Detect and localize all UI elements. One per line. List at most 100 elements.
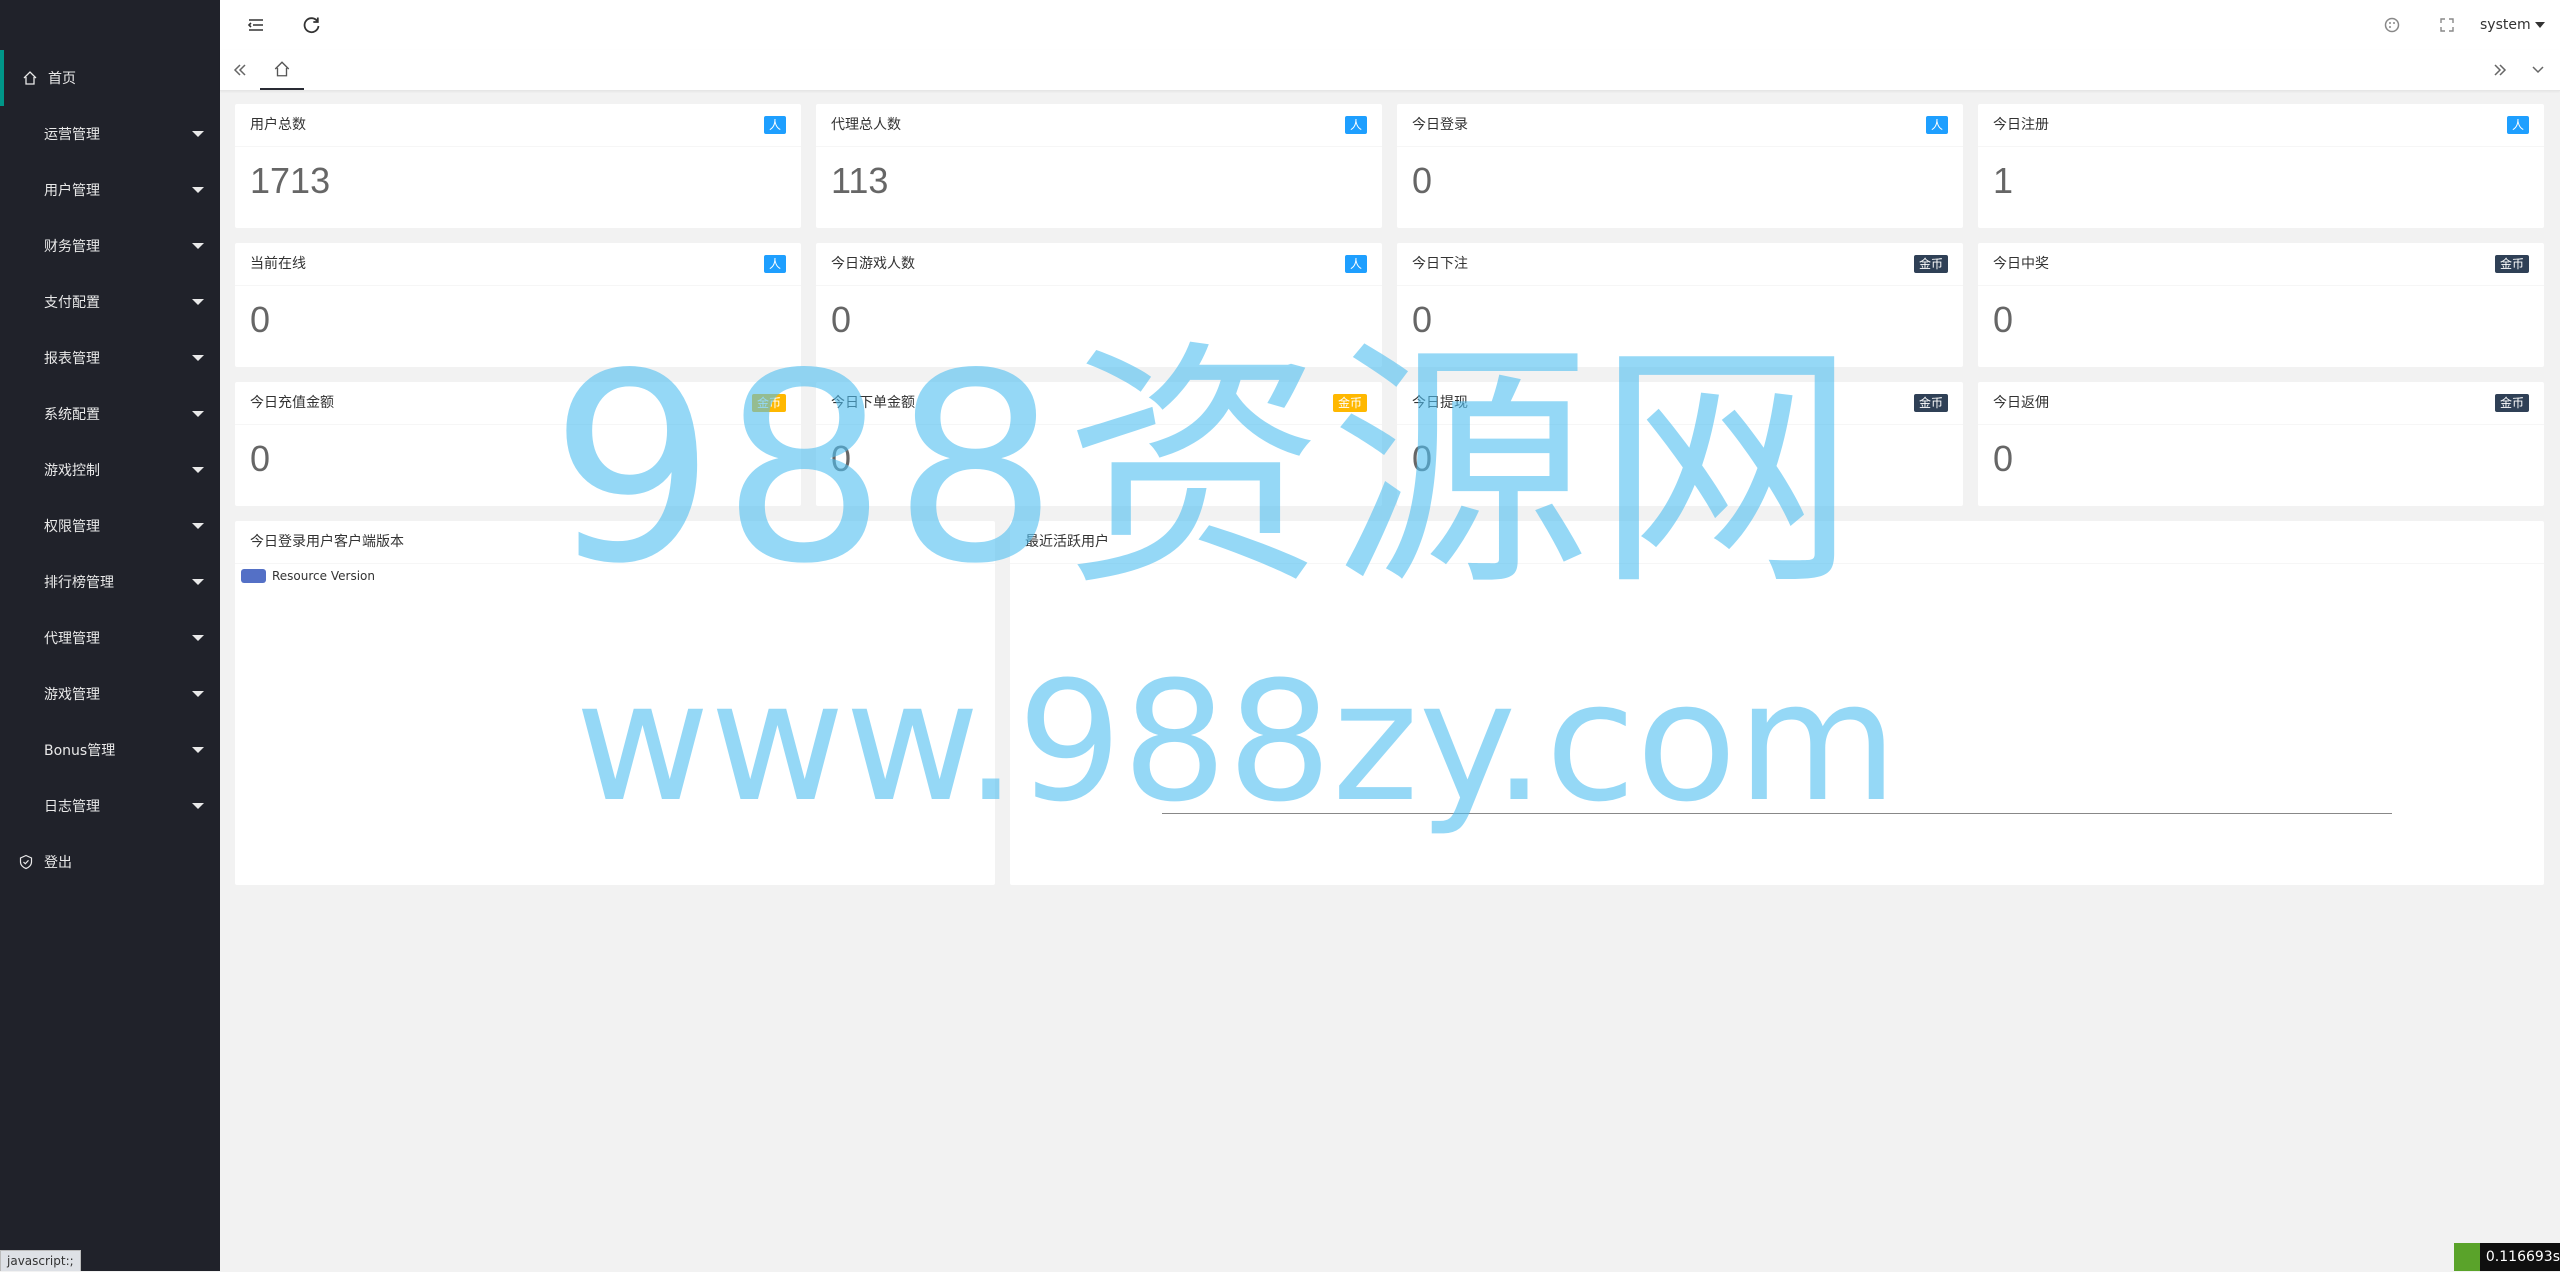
divider [235,146,801,147]
card-title: 今日提现 [1412,395,1468,411]
sidebar-item-logs[interactable]: 日志管理 [0,778,220,834]
chevron-down-icon [192,355,204,361]
legend-swatch [241,569,266,583]
divider [1978,146,2544,147]
fullscreen-icon[interactable] [2435,13,2459,37]
stat-card-today-signups: 今日注册 人 1 [1978,104,2544,228]
timer-logo-icon [2454,1243,2480,1271]
theme-palette-icon[interactable] [2380,13,2404,37]
divider [816,146,1382,147]
chevron-down-icon [192,635,204,641]
divider [816,424,1382,425]
chart-axis-line [1162,813,2392,814]
sidebar-item-label: 游戏管理 [44,687,100,703]
card-badge: 人 [1344,255,1367,273]
card-value: 0 [1412,299,1433,340]
menu-collapse-icon[interactable] [244,13,268,37]
divider [1397,285,1963,286]
sidebar-item-users[interactable]: 用户管理 [0,162,220,218]
card-badge: 金币 [751,394,786,412]
stat-card-total-users: 用户总数 人 1713 [235,104,801,228]
user-menu[interactable]: system [2480,0,2560,50]
panel-active-users: 最近活跃用户 [1010,521,2544,885]
card-title: 用户总数 [250,117,306,133]
stat-card-today-commission: 今日返佣 金币 0 [1978,382,2544,506]
divider [1010,563,2544,564]
sidebar-item-leaderboard[interactable]: 排行榜管理 [0,554,220,610]
divider [816,285,1382,286]
sidebar-item-games[interactable]: 游戏管理 [0,666,220,722]
divider [1978,424,2544,425]
refresh-icon[interactable] [300,13,324,37]
divider [1397,424,1963,425]
stat-card-today-bets: 今日下注 金币 0 [1397,243,1963,367]
timer-value: 0.116693s [2485,1249,2560,1265]
divider [1978,285,2544,286]
sidebar-item-reports[interactable]: 报表管理 [0,330,220,386]
sidebar-item-system[interactable]: 系统配置 [0,386,220,442]
stat-card-online-now: 当前在线 人 0 [235,243,801,367]
sidebar-item-label: 权限管理 [44,519,100,535]
scroll-left-icon[interactable] [230,60,250,80]
chevron-down-icon [192,467,204,473]
tab-home[interactable] [260,50,304,90]
sidebar-item-label: 首页 [48,71,76,87]
stat-card-today-logins: 今日登录 人 0 [1397,104,1963,228]
sidebar-item-label: 排行榜管理 [44,575,114,591]
sidebar-item-logout[interactable]: 登出 [0,834,220,890]
card-title: 今日下单金额 [831,395,915,411]
card-title: 今日下注 [1412,256,1468,272]
stat-card-today-wins: 今日中奖 金币 0 [1978,243,2544,367]
sidebar-item-label: 系统配置 [44,407,100,423]
divider [1397,146,1963,147]
home-icon [23,71,37,85]
card-title: 代理总人数 [831,117,901,133]
sidebar-item-label: Bonus管理 [44,743,116,759]
card-value: 0 [1412,160,1433,201]
sidebar-item-label: 财务管理 [44,239,100,255]
card-badge: 金币 [2494,255,2529,273]
card-title: 今日游戏人数 [831,256,915,272]
card-title: 当前在线 [250,256,306,272]
chevron-down-icon [192,579,204,585]
card-title: 今日登录 [1412,117,1468,133]
chevron-down-icon [192,243,204,249]
card-badge: 人 [1925,116,1948,134]
card-value: 1713 [250,160,331,201]
card-value: 0 [831,438,852,479]
chevron-down-icon [192,299,204,305]
sidebar-item-bonus[interactable]: Bonus管理 [0,722,220,778]
sidebar-item-label: 用户管理 [44,183,100,199]
chevron-down-icon [192,131,204,137]
card-value: 1 [1993,160,2014,201]
sidebar: 首页 运营管理 用户管理 财务管理 支付配置 报表管理 系统配置 游戏控制 权限… [0,0,220,1271]
card-badge: 人 [763,116,786,134]
card-value: 0 [1993,438,2014,479]
tab-menu-chevron-icon[interactable] [2528,60,2548,80]
shield-icon [19,854,33,870]
card-title: 今日中奖 [1993,256,2049,272]
card-value: 0 [831,299,852,340]
sidebar-item-label: 日志管理 [44,799,100,815]
card-title: 今日返佣 [1993,395,2049,411]
stat-card-total-agents: 代理总人数 人 113 [816,104,1382,228]
sidebar-item-agents[interactable]: 代理管理 [0,610,220,666]
chart-legend[interactable]: Resource Version [241,569,375,583]
sidebar-item-label: 报表管理 [44,351,100,367]
sidebar-item-home[interactable]: 首页 [0,50,220,106]
card-value: 113 [831,160,889,201]
card-badge: 人 [2506,116,2529,134]
scroll-right-icon[interactable] [2490,60,2510,80]
sidebar-item-operations[interactable]: 运营管理 [0,106,220,162]
card-badge: 金币 [1332,394,1367,412]
card-badge: 金币 [2494,394,2529,412]
sidebar-item-game-control[interactable]: 游戏控制 [0,442,220,498]
sidebar-item-permissions[interactable]: 权限管理 [0,498,220,554]
panel-title: 最近活跃用户 [1025,534,1109,550]
home-icon [274,61,290,77]
sidebar-item-payment[interactable]: 支付配置 [0,274,220,330]
stat-card-today-recharge: 今日充值金额 金币 0 [235,382,801,506]
panel-client-version: 今日登录用户客户端版本 Resource Version [235,521,995,885]
chevron-down-icon [192,187,204,193]
sidebar-item-finance[interactable]: 财务管理 [0,218,220,274]
